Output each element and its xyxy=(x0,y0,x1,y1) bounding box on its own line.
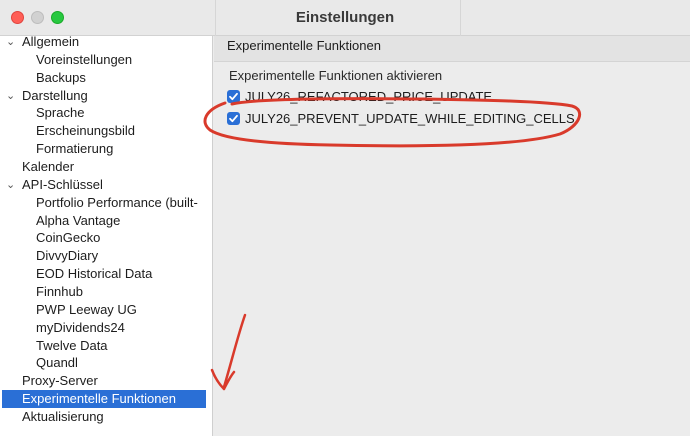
sidebar-item-coingecko[interactable]: CoinGecko xyxy=(0,229,212,247)
sidebar-item-label: PWP Leeway UG xyxy=(36,302,137,317)
sidebar-item-label: Darstellung xyxy=(22,88,88,103)
sidebar-item-api-schluessel[interactable]: ⌄ API-Schlüssel xyxy=(0,176,212,194)
sidebar-item-label: Experimentelle Funktionen xyxy=(22,391,176,406)
sidebar-item-label: Proxy-Server xyxy=(22,373,98,388)
sidebar-item-allgemein[interactable]: ⌄ Allgemein xyxy=(0,33,212,51)
checkbox-checked[interactable] xyxy=(227,112,240,125)
sidebar-item-experimentelle-funktionen[interactable]: Experimentelle Funktionen xyxy=(2,390,206,408)
checkbox-checked[interactable] xyxy=(227,90,240,103)
section-title: Experimentelle Funktionen xyxy=(227,38,381,53)
sidebar-item-proxy-server[interactable]: Proxy-Server xyxy=(0,372,212,390)
sidebar-item-portfolio-performance[interactable]: Portfolio Performance (built- xyxy=(0,194,212,212)
sidebar-tree: ⌄ Allgemein Voreinstellungen Backups ⌄ D… xyxy=(0,33,213,436)
sidebar-item-erscheinungsbild[interactable]: Erscheinungsbild xyxy=(0,122,212,140)
section-header: Experimentelle Funktionen xyxy=(214,36,690,62)
option-label: JULY26_PREVENT_UPDATE_WHILE_EDITING_CELL… xyxy=(245,111,575,126)
chevron-down-icon[interactable]: ⌄ xyxy=(6,176,15,194)
sidebar-item-sprache[interactable]: Sprache xyxy=(0,104,212,122)
checkmark-icon xyxy=(229,114,238,123)
sidebar-item-label: DivvyDiary xyxy=(36,248,99,263)
sidebar-item-quandl[interactable]: Quandl xyxy=(0,354,212,372)
group-label: Experimentelle Funktionen aktivieren xyxy=(229,68,443,83)
sidebar-item-label: Erscheinungsbild xyxy=(36,123,136,138)
sidebar-item-label: Twelve Data xyxy=(36,338,108,353)
sidebar-item-twelve-data[interactable]: Twelve Data xyxy=(0,337,212,355)
chevron-down-icon[interactable]: ⌄ xyxy=(6,33,15,51)
sidebar-item-label: Portfolio Performance (built- xyxy=(36,195,198,210)
sidebar-item-label: Sprache xyxy=(36,105,85,120)
sidebar-item-label: CoinGecko xyxy=(36,230,101,245)
sidebar-item-label: EOD Historical Data xyxy=(36,266,153,281)
sidebar-item-label: Alpha Vantage xyxy=(36,213,121,228)
sidebar-item-pwp-leeway-ug[interactable]: PWP Leeway UG xyxy=(0,301,212,319)
sidebar-item-label: Aktualisierung xyxy=(22,409,104,424)
sidebar-item-formatierung[interactable]: Formatierung xyxy=(0,140,212,158)
sidebar-item-divvydiary[interactable]: DivvyDiary xyxy=(0,247,212,265)
chevron-down-icon[interactable]: ⌄ xyxy=(6,87,15,105)
sidebar-item-aktualisierung[interactable]: Aktualisierung xyxy=(0,408,212,426)
sidebar-item-finnhub[interactable]: Finnhub xyxy=(0,283,212,301)
sidebar-item-alpha-vantage[interactable]: Alpha Vantage xyxy=(0,212,212,230)
sidebar-item-label: Quandl xyxy=(36,355,78,370)
sidebar-item-label: Finnhub xyxy=(36,284,83,299)
sidebar-item-kalender[interactable]: Kalender xyxy=(0,158,212,176)
sidebar-item-mydividends24[interactable]: myDividends24 xyxy=(0,319,212,337)
sidebar-item-eod-historical-data[interactable]: EOD Historical Data xyxy=(0,265,212,283)
sidebar-item-label: Formatierung xyxy=(36,141,114,156)
sidebar-item-label: Kalender xyxy=(22,159,75,174)
option-label: JULY26_REFACTORED_PRICE_UPDATE xyxy=(245,89,493,104)
sidebar-item-backups[interactable]: Backups xyxy=(0,69,212,87)
sidebar-item-voreinstellungen[interactable]: Voreinstellungen xyxy=(0,51,212,69)
sidebar-item-label: API-Schlüssel xyxy=(22,177,103,192)
sidebar-item-label: Voreinstellungen xyxy=(36,52,133,67)
sidebar-item-darstellung[interactable]: ⌄ Darstellung xyxy=(0,87,212,105)
sidebar-item-label: Backups xyxy=(36,70,86,85)
window-title: Einstellungen xyxy=(295,9,395,26)
sidebar-item-label: myDividends24 xyxy=(36,320,125,335)
checkmark-icon xyxy=(229,92,238,101)
sidebar-item-label: Allgemein xyxy=(22,34,80,49)
settings-panel: Experimentelle Funktionen Experimentelle… xyxy=(214,36,690,436)
title-bar: Einstellungen xyxy=(0,0,690,36)
